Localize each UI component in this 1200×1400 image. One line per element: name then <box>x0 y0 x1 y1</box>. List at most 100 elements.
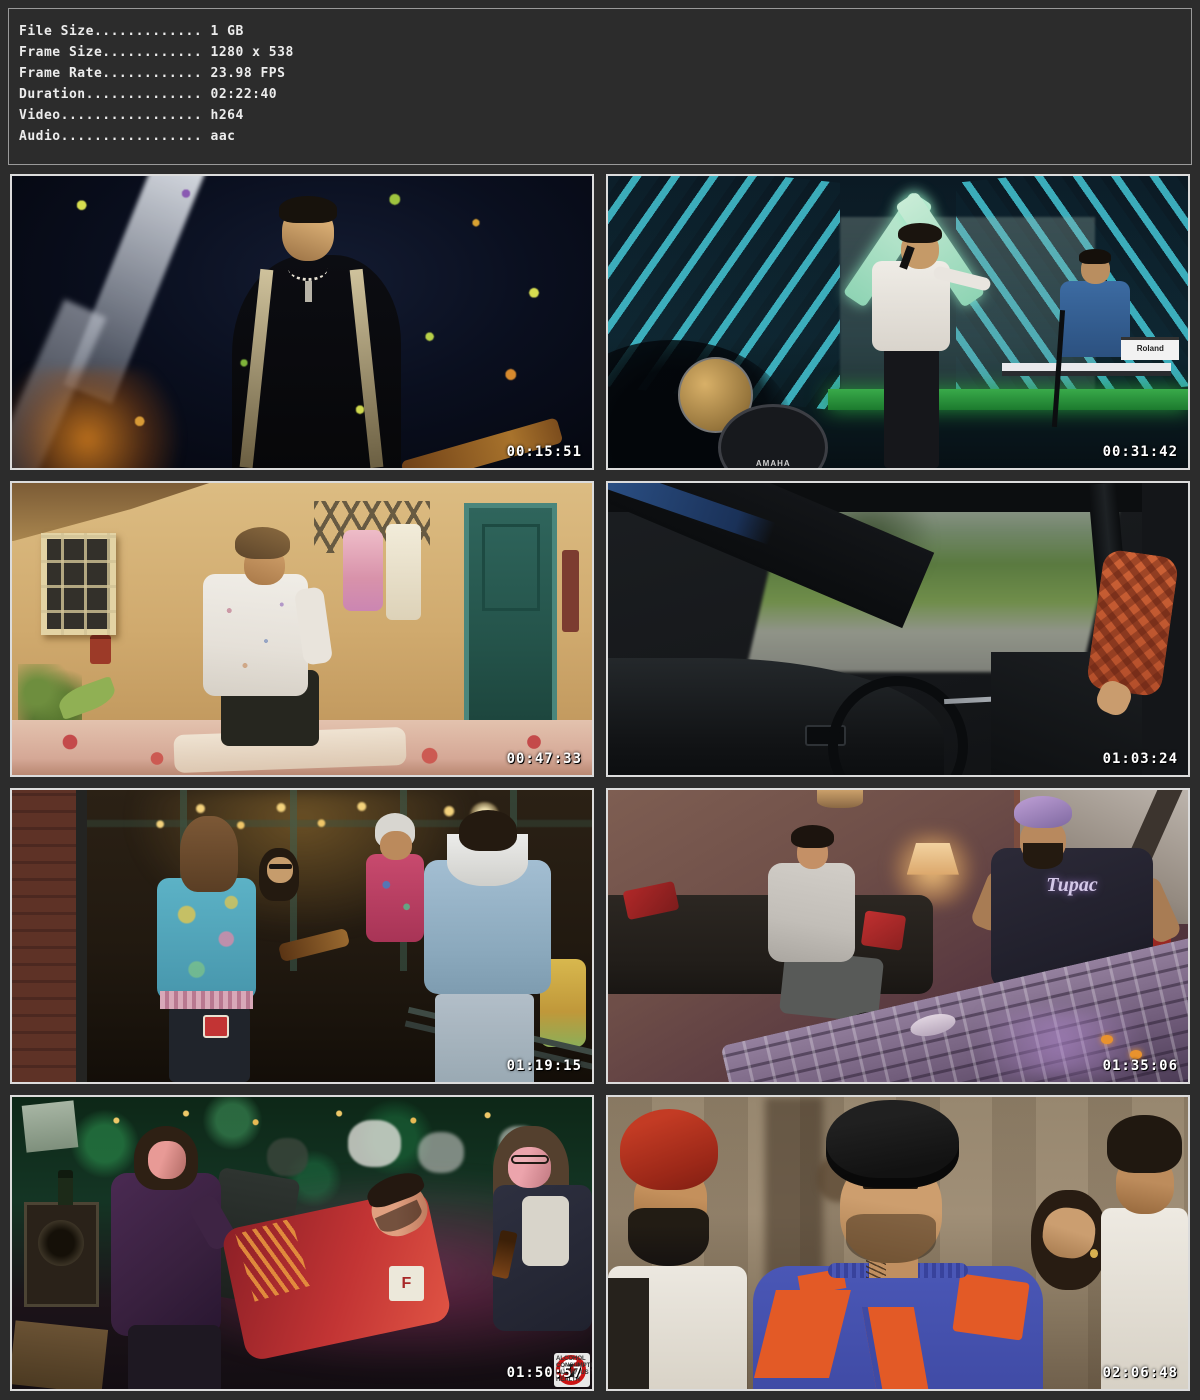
screenshot-grid: 00:15:51 AMAHA Roland 00:31:42 <box>10 174 1190 1391</box>
glasses-woman-tee <box>522 1196 568 1266</box>
green-stage-light <box>828 389 1188 409</box>
paisley-jacket <box>157 878 256 1001</box>
pole <box>76 790 88 1082</box>
red-pocket-patch <box>203 1015 229 1038</box>
producer-beard <box>1023 843 1064 869</box>
keyboard <box>1002 363 1170 376</box>
timestamp-overlay: 01:19:15 <box>507 1058 582 1074</box>
earring <box>1090 1249 1098 1258</box>
red-pillow <box>861 910 906 950</box>
bottle-on-speaker <box>58 1170 73 1205</box>
file-info-panel: File Size............. 1 GB Frame Size..… <box>8 8 1192 165</box>
thumbnail-image-courtyard <box>12 483 592 775</box>
string-lights <box>70 1103 534 1138</box>
glasses-woman-face <box>508 1147 552 1188</box>
screenshot-thumbnail-4: 01:03:24 <box>606 481 1190 777</box>
tshirt-print: Tupac <box>1046 874 1097 897</box>
black-beanie <box>826 1100 959 1188</box>
info-label: Duration.............. <box>19 87 202 102</box>
info-label: Audio................. <box>19 129 202 144</box>
info-label: Frame Size............ <box>19 45 202 60</box>
info-label: File Size............. <box>19 24 202 39</box>
timestamp-overlay: 00:31:42 <box>1103 444 1178 460</box>
glasses <box>269 864 292 869</box>
info-label: Video................. <box>19 108 202 123</box>
info-value: h264 <box>211 108 244 123</box>
woman-hair <box>180 816 238 892</box>
crowd-figure <box>348 1120 400 1167</box>
denim-man-hair <box>459 810 517 851</box>
pink-shirt-man <box>366 854 424 942</box>
info-label: Frame Rate............ <box>19 66 202 81</box>
singer-hair <box>898 223 942 243</box>
screenshot-thumbnail-8: 02:06:48 <box>606 1095 1190 1391</box>
info-value: 02:22:40 <box>211 87 278 102</box>
woman-pants <box>128 1325 221 1389</box>
hanging-clothes <box>343 530 384 612</box>
shirt-print <box>203 574 307 697</box>
sweater-letter-shape <box>952 1273 1029 1341</box>
hanging-towel <box>386 524 421 620</box>
info-value: 1 GB <box>211 24 244 39</box>
producer-hair <box>1014 796 1072 828</box>
screenshot-thumbnail-6: Tupac 01:35:06 <box>606 788 1190 1084</box>
turban-man-beard <box>628 1208 709 1266</box>
keyboardist-figure <box>1060 281 1130 357</box>
red-turban <box>620 1109 719 1191</box>
timestamp-overlay: 01:03:24 <box>1103 751 1178 767</box>
man-face <box>380 831 412 860</box>
info-row-audio: Audio................. aac <box>19 126 1191 147</box>
window-grille <box>41 533 116 635</box>
thumbnail-image-street <box>12 790 592 1082</box>
wall-jar <box>90 635 110 664</box>
man-hair <box>235 527 290 559</box>
info-value: aac <box>211 129 236 144</box>
keyboardist-hair <box>1079 249 1111 264</box>
thumbnail-image-studio: Tupac <box>608 790 1188 1082</box>
letter-patch: F <box>389 1266 424 1301</box>
wall-sconce <box>817 790 863 808</box>
thumbnail-image-car-door <box>608 483 1188 775</box>
timestamp-overlay: 00:47:33 <box>507 751 582 767</box>
thumbnail-image-party: F ALCOHOL CONSUMPTION IS INJURIOUS TO HE… <box>12 1097 592 1389</box>
info-value: 23.98 FPS <box>211 66 286 81</box>
wooden-table <box>12 1320 108 1389</box>
blurred-doorway <box>765 1097 823 1284</box>
guitarist-face <box>267 857 293 883</box>
info-row-frame-size: Frame Size............ 1280 x 538 <box>19 42 1191 63</box>
wall-hanging <box>562 550 579 632</box>
info-row-frame-rate: Frame Rate............ 23.98 FPS <box>19 63 1191 84</box>
screenshot-thumbnail-3: 00:47:33 <box>10 481 594 777</box>
screenshot-thumbnail-2: AMAHA Roland 00:31:42 <box>606 174 1190 470</box>
crowd-figure <box>418 1132 464 1173</box>
info-value: 1280 x 538 <box>211 45 294 60</box>
timestamp-overlay: 00:15:51 <box>507 444 582 460</box>
screenshot-thumbnail-1: 00:15:51 <box>10 174 594 470</box>
screenshot-thumbnail-5: 01:19:15 <box>10 788 594 1084</box>
beard-stubble <box>846 1214 936 1264</box>
info-row-video: Video................. h264 <box>19 105 1191 126</box>
jacket-fringe <box>160 991 253 1009</box>
woman-face <box>148 1141 186 1179</box>
turban-man-vest <box>608 1278 649 1389</box>
thumbnail-image-concert-confetti <box>12 176 592 468</box>
brick-wall <box>12 790 82 1082</box>
right-man-hair <box>1107 1115 1182 1173</box>
timestamp-overlay: 01:35:06 <box>1103 1058 1178 1074</box>
thumbnail-image-led-stage: AMAHA Roland <box>608 176 1188 468</box>
info-row-duration: Duration.............. 02:22:40 <box>19 84 1191 105</box>
info-row-file-size: File Size............. 1 GB <box>19 21 1191 42</box>
confetti-layer <box>12 176 592 468</box>
screenshot-thumbnail-7: F ALCOHOL CONSUMPTION IS INJURIOUS TO HE… <box>10 1095 594 1391</box>
seated-man-hair <box>791 825 835 848</box>
right-man-shirt <box>1101 1208 1188 1389</box>
timestamp-overlay: 02:06:48 <box>1103 1365 1178 1381</box>
singer-pants <box>884 348 939 468</box>
thumbnail-image-beanie-closeup <box>608 1097 1188 1389</box>
door-panel <box>482 524 540 612</box>
keyboard-brand-label: Roland <box>1121 337 1179 360</box>
glasses <box>511 1155 549 1164</box>
grey-sweatshirt <box>768 863 855 962</box>
timestamp-overlay: 01:50:57 <box>507 1365 582 1381</box>
console-led <box>1101 1035 1113 1044</box>
